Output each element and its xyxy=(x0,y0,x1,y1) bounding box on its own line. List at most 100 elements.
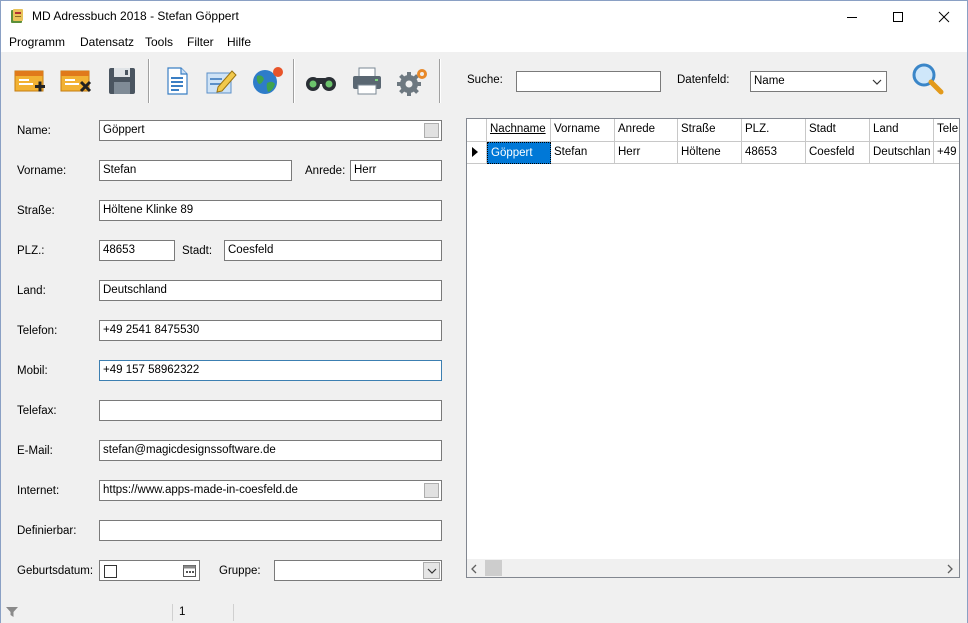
internet-label: Internet: xyxy=(17,485,60,497)
find-button[interactable] xyxy=(303,63,339,99)
definierbar-label: Definierbar: xyxy=(17,525,77,537)
menu-hilfe[interactable]: Hilfe xyxy=(227,35,251,49)
internet-value: https://www.apps-made-in-coesfeld.de xyxy=(103,484,298,496)
save-button[interactable] xyxy=(104,63,140,99)
status-divider xyxy=(233,604,234,621)
table-cell[interactable]: Stefan xyxy=(551,142,615,164)
chevron-down-icon xyxy=(868,73,885,90)
stadt-label: Stadt: xyxy=(182,245,213,257)
scroll-right-icon[interactable] xyxy=(946,563,954,577)
edit-button[interactable] xyxy=(203,63,239,99)
column-header-telefon[interactable]: Tele xyxy=(934,119,959,142)
plz-field[interactable]: 48653 xyxy=(99,240,175,261)
name-value: Göppert xyxy=(103,124,145,136)
toolbar-separator xyxy=(148,59,150,103)
status-bar: 1 xyxy=(1,602,967,623)
new-record-button[interactable] xyxy=(12,63,48,99)
add-card-icon xyxy=(14,70,45,92)
internet-field-button[interactable] xyxy=(424,483,439,498)
geburtsdatum-picker[interactable] xyxy=(99,560,200,581)
printer-icon xyxy=(353,67,381,95)
name-field[interactable]: Göppert xyxy=(99,120,442,141)
close-button[interactable] xyxy=(921,1,967,32)
table-cell[interactable]: Coesfeld xyxy=(806,142,870,164)
search-input[interactable] xyxy=(516,71,661,92)
table-cell[interactable]: Göppert xyxy=(487,142,551,164)
table-cell[interactable]: Deutschlan xyxy=(870,142,934,164)
filter-icon xyxy=(5,605,19,622)
column-header-nachname[interactable]: Nachname xyxy=(487,119,551,142)
column-header-vorname[interactable]: Vorname xyxy=(551,119,615,142)
maximize-button[interactable] xyxy=(875,1,921,32)
toolbar: Suche: Datenfeld: Name xyxy=(1,53,967,109)
settings-button[interactable] xyxy=(394,63,430,99)
magnifier-icon xyxy=(912,63,944,95)
column-header-plz[interactable]: PLZ. xyxy=(742,119,806,142)
telefax-field[interactable] xyxy=(99,400,442,421)
telefax-label: Telefax: xyxy=(17,405,57,417)
table-cell[interactable]: 48653 xyxy=(742,142,806,164)
menu-datensatz[interactable]: Datensatz xyxy=(80,35,134,49)
horizontal-scrollbar[interactable] xyxy=(467,559,959,577)
telefon-label: Telefon: xyxy=(17,325,58,337)
anrede-field[interactable]: Herr xyxy=(350,160,442,181)
calendar-icon[interactable] xyxy=(183,564,196,580)
mobil-label: Mobil: xyxy=(17,365,48,377)
column-header-stadt[interactable]: Stadt xyxy=(806,119,870,142)
delete-record-button[interactable] xyxy=(58,63,94,99)
scroll-left-icon[interactable] xyxy=(470,563,478,577)
vorname-field[interactable]: Stefan xyxy=(99,160,292,181)
table-cell[interactable]: +49 xyxy=(934,142,959,164)
datafield-selected-value: Name xyxy=(754,75,785,87)
gear-icon xyxy=(397,69,427,96)
grid-body: Nachname Vorname Anrede Straße PLZ. Stad… xyxy=(467,119,959,559)
column-header-strasse[interactable]: Straße xyxy=(678,119,742,142)
gruppe-label: Gruppe: xyxy=(219,565,261,577)
plz-label: PLZ.: xyxy=(17,245,45,257)
gruppe-select[interactable] xyxy=(274,560,442,581)
chevron-down-icon xyxy=(423,562,440,579)
telefon-field[interactable]: +49 2541 8475530 xyxy=(99,320,442,341)
binoculars-icon xyxy=(306,77,336,91)
mobil-field[interactable]: +49 157 58962322 xyxy=(99,360,442,381)
date-checkbox[interactable] xyxy=(104,565,117,578)
strasse-label: Straße: xyxy=(17,205,55,217)
delete-card-icon xyxy=(60,70,92,93)
table-cell[interactable]: Höltene xyxy=(678,142,742,164)
column-header-land[interactable]: Land xyxy=(870,119,934,142)
web-button[interactable] xyxy=(249,63,285,99)
column-header-anrede[interactable]: Anrede xyxy=(615,119,678,142)
datafield-select[interactable]: Name xyxy=(750,71,887,92)
menu-tools[interactable]: Tools xyxy=(145,35,173,49)
document-icon xyxy=(167,67,188,95)
stadt-field[interactable]: Coesfeld xyxy=(224,240,442,261)
record-count: 1 xyxy=(179,606,186,618)
menu-filter[interactable]: Filter xyxy=(187,35,214,49)
title-bar: MD Adressbuch 2018 - Stefan Göppert xyxy=(1,1,967,32)
search-button[interactable] xyxy=(909,61,945,97)
current-row-icon xyxy=(472,147,478,157)
menu-programm[interactable]: Programm xyxy=(9,35,65,49)
internet-field[interactable]: https://www.apps-made-in-coesfeld.de xyxy=(99,480,442,501)
grid-corner-header xyxy=(467,119,487,142)
strasse-field[interactable]: Höltene Klinke 89 xyxy=(99,200,442,221)
toolbar-separator xyxy=(293,59,295,103)
records-grid[interactable]: Nachname Vorname Anrede Straße PLZ. Stad… xyxy=(466,118,960,578)
vorname-label: Vorname: xyxy=(17,165,67,177)
app-window: MD Adressbuch 2018 - Stefan Göppert Prog… xyxy=(0,0,968,623)
datafield-label: Datenfeld: xyxy=(677,74,730,86)
app-icon xyxy=(9,8,25,24)
land-field[interactable]: Deutschland xyxy=(99,280,442,301)
menu-bar: Programm Datensatz Tools Filter Hilfe xyxy=(1,32,967,52)
row-selector[interactable] xyxy=(467,142,487,164)
scroll-thumb[interactable] xyxy=(485,560,502,576)
definierbar-field[interactable] xyxy=(99,520,442,541)
name-field-button[interactable] xyxy=(424,123,439,138)
table-cell[interactable]: Herr xyxy=(615,142,678,164)
anrede-label: Anrede: xyxy=(305,165,346,177)
status-divider xyxy=(172,604,173,621)
email-field[interactable]: stefan@magicdesignssoftware.de xyxy=(99,440,442,461)
print-button[interactable] xyxy=(349,63,385,99)
document-button[interactable] xyxy=(159,63,195,99)
minimize-button[interactable] xyxy=(829,1,875,32)
